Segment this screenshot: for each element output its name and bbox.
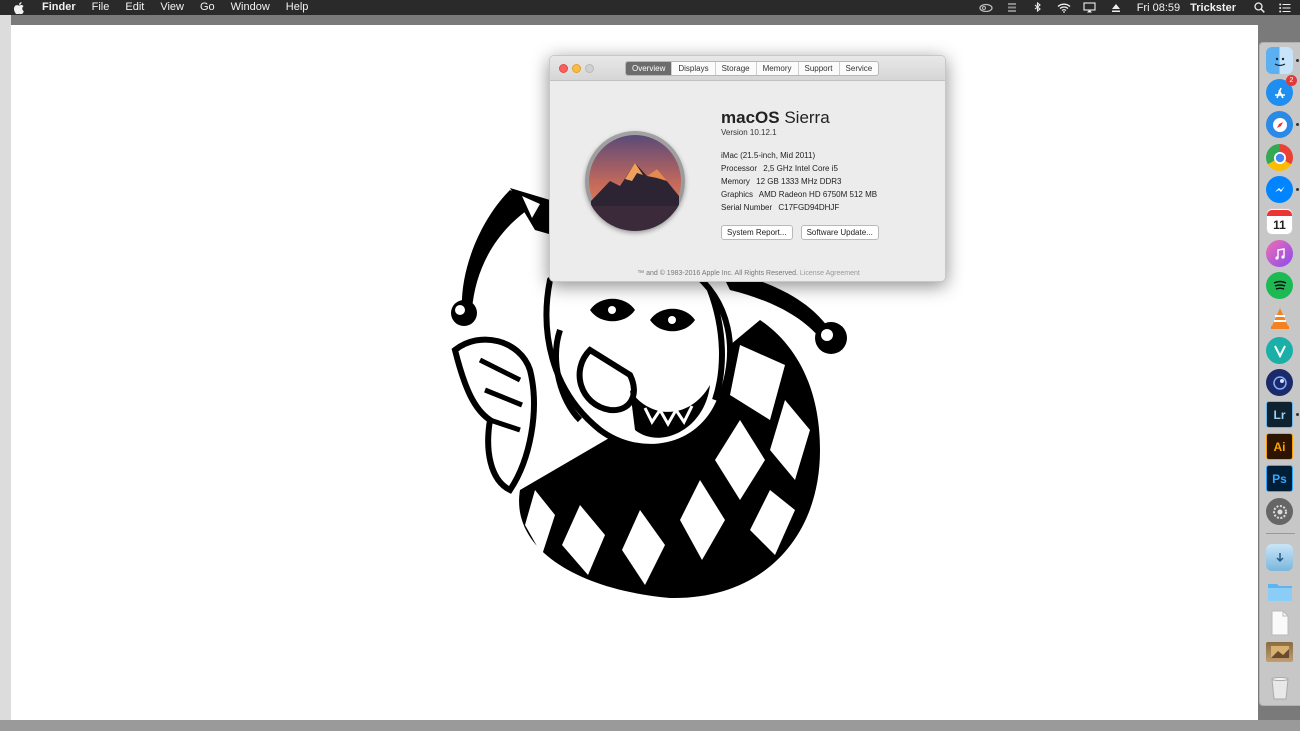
- processor-value: 2,5 GHz Intel Core i5: [763, 164, 838, 173]
- graphics-value: AMD Radeon HD 6750M 512 MB: [758, 190, 878, 199]
- folder-icon[interactable]: [1266, 577, 1293, 604]
- os-name-bold: macOS: [721, 108, 780, 127]
- illustrator-icon[interactable]: Ai: [1266, 433, 1293, 460]
- calendar-icon[interactable]: 11: [1266, 208, 1293, 235]
- photoshop-label: Ps: [1272, 471, 1287, 486]
- vlc-icon[interactable]: [1266, 304, 1293, 331]
- menu-bar: Finder File Edit View Go Window Help Fri…: [0, 0, 1300, 15]
- software-update-button[interactable]: Software Update...: [800, 225, 879, 240]
- tab-support[interactable]: Support: [799, 62, 840, 75]
- bluetooth-icon[interactable]: [1031, 2, 1045, 13]
- processor-row: Processor 2,5 GHz Intel Core i5: [721, 162, 877, 175]
- os-name: macOS Sierra: [721, 108, 877, 128]
- menu-app-name[interactable]: Finder: [38, 0, 84, 15]
- photos-stack-icon[interactable]: [1266, 642, 1293, 662]
- memory-value: 12 GB 1333 MHz DDR3: [756, 177, 842, 186]
- trash-icon[interactable]: [1266, 674, 1293, 701]
- window-titlebar[interactable]: Overview Displays Storage Memory Support…: [550, 56, 945, 81]
- graphics-row: Graphics AMD Radeon HD 6750M 512 MB: [721, 188, 877, 201]
- bottom-panel-edge: [0, 720, 1300, 731]
- menu-clock[interactable]: Fri 08:59: [1137, 2, 1180, 14]
- apple-menu-icon[interactable]: [12, 1, 26, 14]
- close-button[interactable]: [559, 64, 568, 73]
- vectorize-app-icon[interactable]: [1266, 337, 1293, 364]
- messenger-icon[interactable]: [1266, 176, 1293, 203]
- system-info: macOS Sierra Version 10.12.1 iMac (21.5-…: [721, 108, 877, 214]
- serial-row: Serial Number C17FGD94DHJF: [721, 201, 877, 214]
- menu-edit[interactable]: Edit: [117, 0, 152, 15]
- itunes-icon[interactable]: [1266, 240, 1293, 267]
- copyright-footer: ™ and © 1983-2016 Apple Inc. All Rights …: [550, 270, 945, 277]
- zoom-button[interactable]: [585, 64, 594, 73]
- serial-label: Serial Number: [721, 203, 773, 212]
- menu-view[interactable]: View: [152, 0, 192, 15]
- finder-running-indicator: [1296, 59, 1299, 62]
- memory-label: Memory: [721, 177, 750, 186]
- about-this-mac-window: Overview Displays Storage Memory Support…: [549, 55, 946, 282]
- lightroom-label: Lr: [1273, 407, 1286, 422]
- cinema4d-icon[interactable]: [1266, 369, 1293, 396]
- airplay-display-icon[interactable]: [1083, 2, 1097, 13]
- os-version: Version 10.12.1: [721, 128, 777, 137]
- license-agreement-link[interactable]: License Agreement: [800, 270, 860, 277]
- spotify-icon[interactable]: [1266, 272, 1293, 299]
- menu-help[interactable]: Help: [278, 0, 317, 15]
- tab-displays[interactable]: Displays: [672, 62, 716, 75]
- messenger-running-indicator: [1296, 188, 1299, 191]
- tab-service[interactable]: Service: [840, 62, 879, 75]
- finder-icon[interactable]: [1266, 47, 1293, 74]
- calendar-day: 11: [1273, 217, 1286, 232]
- system-report-button[interactable]: System Report...: [721, 225, 793, 240]
- menu-window[interactable]: Window: [223, 0, 278, 15]
- illustrator-label: Ai: [1273, 439, 1286, 454]
- stack-icon[interactable]: [1005, 2, 1019, 13]
- wifi-icon[interactable]: [1057, 2, 1071, 13]
- spotlight-search-icon[interactable]: [1252, 2, 1266, 13]
- eject-icon[interactable]: [1109, 2, 1123, 13]
- tab-memory[interactable]: Memory: [757, 62, 799, 75]
- left-panel-edge: [0, 15, 11, 731]
- serial-value: C17FGD94DHJF: [778, 203, 840, 212]
- lightroom-running-indicator: [1296, 413, 1299, 416]
- os-name-light: Sierra: [784, 108, 830, 127]
- action-buttons: System Report... Software Update...: [721, 225, 887, 240]
- dock-separator: [1266, 533, 1295, 534]
- tab-overview[interactable]: Overview: [626, 62, 673, 75]
- safari-running-indicator: [1296, 123, 1299, 126]
- notification-center-icon[interactable]: [1278, 2, 1292, 13]
- minimize-button[interactable]: [572, 64, 581, 73]
- dock: 2 11 Lr Ai Ps: [1259, 42, 1300, 706]
- tab-bar: Overview Displays Storage Memory Support…: [625, 61, 880, 76]
- app-store-badge: 2: [1286, 75, 1297, 86]
- macos-sierra-logo-icon: [585, 131, 685, 231]
- processor-label: Processor: [721, 164, 758, 173]
- tab-storage[interactable]: Storage: [716, 62, 757, 75]
- system-preferences-icon[interactable]: [1266, 498, 1293, 525]
- creative-cloud-icon[interactable]: [979, 2, 993, 13]
- photoshop-icon[interactable]: Ps: [1266, 465, 1293, 492]
- lightroom-icon[interactable]: Lr: [1266, 401, 1293, 428]
- hardware-specs: iMac (21.5-inch, Mid 2011) Processor 2,5…: [721, 149, 877, 214]
- menu-file[interactable]: File: [84, 0, 118, 15]
- memory-row: Memory 12 GB 1333 MHz DDR3: [721, 175, 877, 188]
- document-file-icon[interactable]: [1266, 609, 1293, 636]
- model-name: iMac (21.5-inch, Mid 2011): [721, 151, 816, 160]
- menu-user-name[interactable]: Trickster: [1190, 2, 1236, 14]
- copyright-text: ™ and © 1983-2016 Apple Inc. All Rights …: [637, 270, 798, 277]
- menu-go[interactable]: Go: [192, 0, 223, 15]
- chrome-icon[interactable]: [1266, 144, 1293, 171]
- downloads-stack-icon[interactable]: [1266, 544, 1293, 571]
- graphics-label: Graphics: [721, 190, 754, 199]
- safari-icon[interactable]: [1266, 111, 1293, 138]
